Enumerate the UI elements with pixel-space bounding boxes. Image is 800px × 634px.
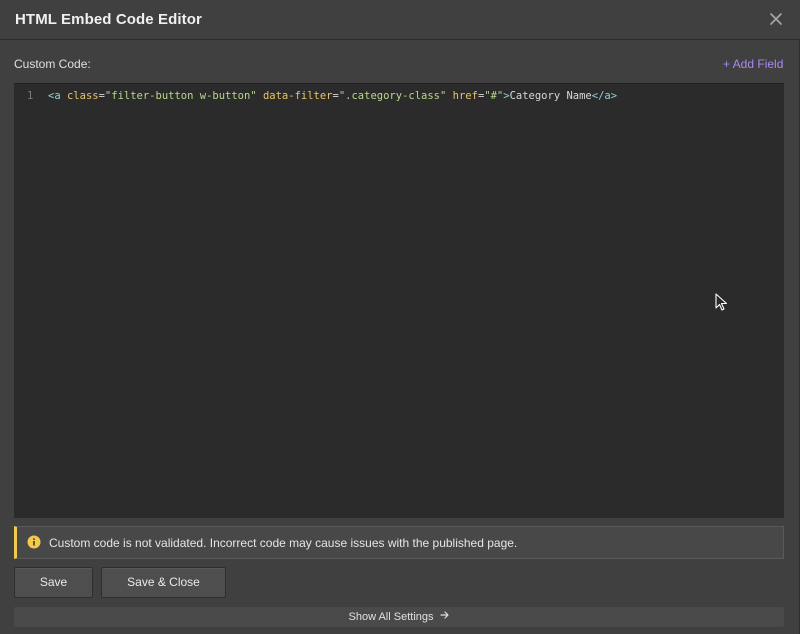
code-token-string: ".category-class" xyxy=(338,90,447,102)
show-all-settings-label: Show All Settings xyxy=(348,611,434,623)
code-token-attr: data-filter xyxy=(262,90,333,102)
code-token-string: "filter-button w-button" xyxy=(104,90,257,102)
code-token-attr: href xyxy=(452,90,478,102)
dialog-titlebar: HTML Embed Code Editor xyxy=(0,0,800,40)
warning-text: Custom code is not validated. Incorrect … xyxy=(49,536,518,550)
dialog-title: HTML Embed Code Editor xyxy=(15,11,202,28)
mouse-pointer-icon xyxy=(715,293,729,311)
custom-code-label: Custom Code: xyxy=(14,57,91,71)
code-token-string: "#" xyxy=(484,90,504,102)
code-line[interactable]: <a class="filter-button w-button" data-f… xyxy=(48,90,617,102)
show-all-settings-button[interactable]: Show All Settings xyxy=(14,607,784,627)
code-token-tag: </a> xyxy=(591,90,618,102)
html-embed-dialog: HTML Embed Code Editor Custom Code: + Ad… xyxy=(0,0,800,634)
arrow-right-icon xyxy=(439,607,450,627)
save-and-close-button[interactable]: Save & Close xyxy=(101,567,226,598)
code-token-text: Category Name xyxy=(509,90,592,102)
save-button[interactable]: Save xyxy=(14,567,93,598)
add-field-button[interactable]: + Add Field xyxy=(723,57,783,71)
code-editor[interactable]: 1 <a class="filter-button w-button" data… xyxy=(14,83,784,518)
line-number: 1 xyxy=(27,90,34,102)
close-icon[interactable] xyxy=(767,10,785,28)
code-token-attr: class xyxy=(66,90,99,102)
info-icon xyxy=(27,535,41,549)
validation-warning: Custom code is not validated. Incorrect … xyxy=(14,526,784,559)
code-token-tag: <a xyxy=(48,90,61,102)
